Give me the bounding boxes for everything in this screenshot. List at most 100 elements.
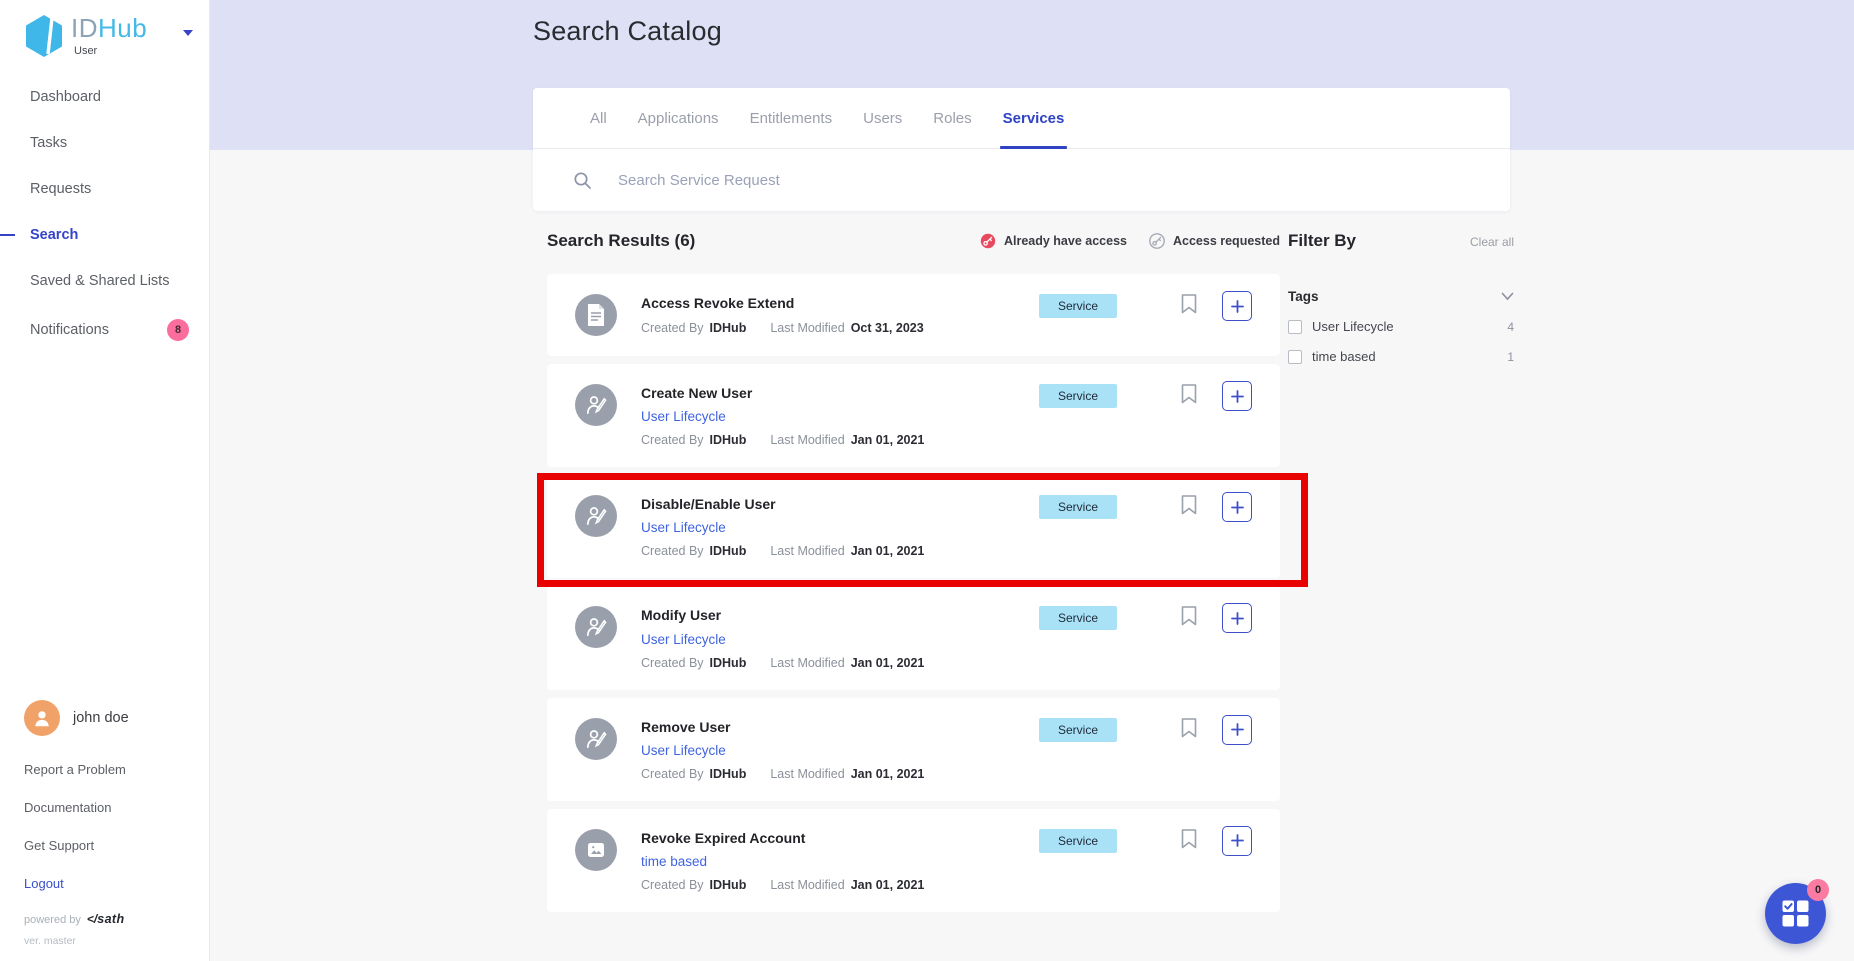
card-tag-link[interactable]: User Lifecycle (641, 520, 924, 535)
tab-roles[interactable]: Roles (933, 88, 971, 148)
add-to-cart-button[interactable] (1222, 715, 1252, 745)
last-modified-value: Jan 01, 2021 (851, 878, 925, 892)
add-to-cart-button[interactable] (1222, 492, 1252, 522)
created-by-value: IDHub (710, 321, 747, 335)
search-catalog-card: All Applications Entitlements Users Role… (533, 88, 1510, 211)
card-meta: Created By IDHub Last Modified Jan 01, 2… (641, 544, 924, 558)
card-avatar (575, 718, 617, 760)
user-edit-icon (584, 393, 608, 417)
tab-users[interactable]: Users (863, 88, 902, 148)
sidebar-nav: Dashboard Tasks Requests Search Saved & … (0, 74, 209, 356)
sidebar-item-search[interactable]: Search (0, 212, 209, 258)
sidebar: IDHub User Dashboard Tasks Requests Sear… (0, 0, 210, 961)
tab-all[interactable]: All (590, 88, 607, 148)
created-by-value: IDHub (710, 767, 747, 781)
tab-applications[interactable]: Applications (638, 88, 719, 148)
image-icon (584, 838, 608, 862)
sidebar-link-get-support[interactable]: Get Support (24, 838, 197, 853)
last-modified-value: Jan 01, 2021 (851, 544, 925, 558)
plus-icon (1231, 834, 1244, 847)
plus-icon (1231, 501, 1244, 514)
bookmark-button[interactable] (1181, 606, 1197, 628)
card-avatar (575, 384, 617, 426)
filter-checkbox[interactable] (1288, 350, 1302, 364)
card-body: Modify User User Lifecycle Created By ID… (641, 606, 924, 669)
cart-fab-button[interactable]: 0 (1765, 883, 1826, 944)
last-modified-value: Oct 31, 2023 (851, 321, 924, 335)
user-profile[interactable]: john doe (24, 700, 197, 736)
sidebar-item-saved-shared-lists[interactable]: Saved & Shared Lists (0, 258, 209, 304)
result-card-revoke-expired-account[interactable]: Revoke Expired Account time based Create… (547, 809, 1280, 912)
powered-by-label: powered by (24, 914, 81, 926)
tab-entitlements[interactable]: Entitlements (750, 88, 833, 148)
person-icon (31, 707, 53, 729)
card-avatar (575, 294, 617, 336)
card-actions: Service (1039, 829, 1252, 856)
result-card-remove-user[interactable]: Remove User User Lifecycle Created By ID… (547, 698, 1280, 801)
card-body: Create New User User Lifecycle Created B… (641, 384, 924, 447)
card-meta: Created By IDHub Last Modified Jan 01, 2… (641, 656, 924, 670)
card-actions: Service (1039, 384, 1252, 411)
sidebar-link-report-a-problem[interactable]: Report a Problem (24, 762, 197, 777)
tab-label: Roles (933, 110, 971, 127)
service-type-badge: Service (1039, 495, 1117, 519)
tags-group-header[interactable]: Tags (1288, 289, 1514, 304)
result-card-access-revoke-extend[interactable]: Access Revoke Extend Created By IDHub La… (547, 274, 1280, 356)
workspace-dropdown-caret-icon[interactable] (183, 30, 193, 36)
legend-already-have-access: Already have access (980, 233, 1127, 249)
logout-link[interactable]: Logout (24, 876, 197, 891)
card-title: Modify User (641, 606, 924, 624)
card-title: Disable/Enable User (641, 495, 924, 513)
service-type-badge: Service (1039, 606, 1117, 630)
card-tag-link[interactable]: User Lifecycle (641, 743, 924, 758)
created-by-label: Created By (641, 544, 704, 558)
sidebar-item-dashboard[interactable]: Dashboard (0, 74, 209, 120)
bookmark-button[interactable] (1181, 294, 1197, 316)
card-tag-link[interactable]: time based (641, 854, 924, 869)
tab-services[interactable]: Services (1003, 88, 1065, 148)
sidebar-item-requests[interactable]: Requests (0, 166, 209, 212)
sidebar-item-tasks[interactable]: Tasks (0, 120, 209, 166)
card-actions: Service (1039, 606, 1252, 633)
card-meta: Created By IDHub Last Modified Jan 01, 2… (641, 878, 924, 892)
created-by-label: Created By (641, 878, 704, 892)
result-card-disable-enable-user[interactable]: Disable/Enable User User Lifecycle Creat… (547, 475, 1280, 578)
plus-icon (1231, 300, 1244, 313)
tags-group-title: Tags (1288, 289, 1319, 304)
sidebar-item-notifications[interactable]: Notifications 8 (0, 304, 209, 356)
logo-hub-part: Hub (98, 13, 147, 43)
add-to-cart-button[interactable] (1222, 291, 1252, 321)
result-card-create-new-user[interactable]: Create New User User Lifecycle Created B… (547, 364, 1280, 467)
bookmark-icon (1181, 495, 1197, 515)
clear-all-link[interactable]: Clear all (1470, 235, 1514, 249)
key-icon (980, 233, 996, 249)
bookmark-button[interactable] (1181, 384, 1197, 406)
logo-text: IDHub User (71, 14, 147, 57)
card-tag-link[interactable]: User Lifecycle (641, 632, 924, 647)
bookmark-button[interactable] (1181, 718, 1197, 740)
created-by-value: IDHub (710, 656, 747, 670)
filter-checkbox[interactable] (1288, 320, 1302, 334)
version-label: ver. master (24, 935, 197, 947)
result-card-modify-user[interactable]: Modify User User Lifecycle Created By ID… (547, 586, 1280, 689)
created-by-label: Created By (641, 321, 704, 335)
card-meta: Created By IDHub Last Modified Jan 01, 2… (641, 767, 924, 781)
bookmark-button[interactable] (1181, 495, 1197, 517)
tab-label: Services (1003, 110, 1065, 127)
search-input[interactable] (616, 171, 1320, 190)
add-to-cart-button[interactable] (1222, 381, 1252, 411)
sidebar-item-label: Tasks (30, 135, 67, 151)
page-title: Search Catalog (533, 16, 722, 47)
add-to-cart-button[interactable] (1222, 826, 1252, 856)
sidebar-footer: john doe Report a Problem Documentation Ge… (24, 700, 197, 947)
document-icon (585, 303, 607, 327)
add-to-cart-button[interactable] (1222, 603, 1252, 633)
sidebar-item-label: Dashboard (30, 89, 101, 105)
filter-options: User Lifecycle 4 time based 1 (1288, 319, 1514, 364)
bookmark-button[interactable] (1181, 829, 1197, 851)
sidebar-link-documentation[interactable]: Documentation (24, 800, 197, 815)
card-meta: Created By IDHub Last Modified Jan 01, 2… (641, 433, 924, 447)
cart-count-badge: 0 (1807, 879, 1829, 901)
card-tag-link[interactable]: User Lifecycle (641, 409, 924, 424)
created-by-label: Created By (641, 767, 704, 781)
